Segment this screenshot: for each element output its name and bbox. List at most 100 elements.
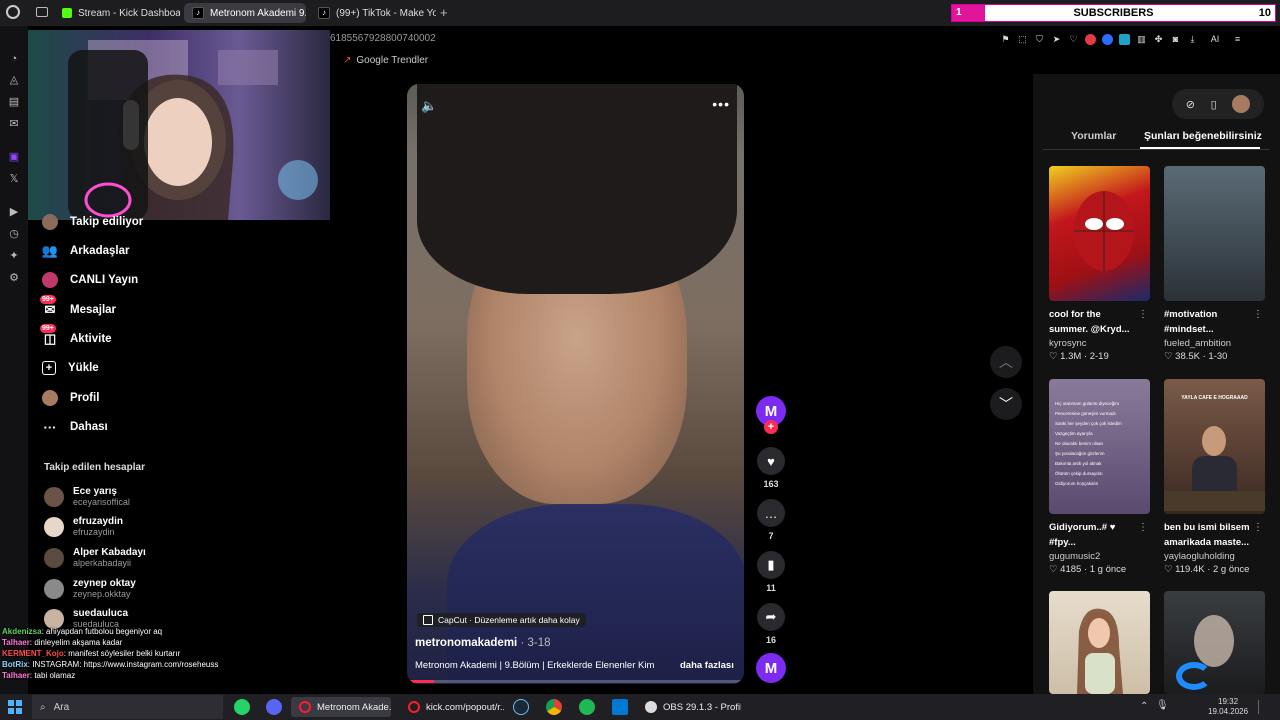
nav-activity[interactable]: ◫ 99+ Aktivite (40, 324, 112, 350)
wallet-icon[interactable]: ▤ (7, 95, 21, 109)
translate-extension-icon[interactable] (1119, 33, 1130, 45)
account-item[interactable]: Ece yarış eceyarisoffical (44, 486, 130, 507)
taskbar-app-obs[interactable]: OBS 29.1.3 - Profil: ... (637, 697, 741, 717)
comment-button[interactable]: … 7 (756, 499, 786, 541)
nav-label: Aktivite (70, 333, 112, 345)
taskbar-search-input[interactable]: ⌕ Ara (32, 695, 223, 719)
player-icon[interactable]: ▶ (7, 205, 21, 219)
tray-chevron-icon[interactable]: ⌃ (1140, 701, 1148, 712)
activity-badge: 99+ (40, 324, 56, 333)
menu-icon[interactable]: ≡ (1232, 34, 1243, 45)
twitch-icon[interactable]: ▣ (7, 150, 21, 164)
video-card[interactable]: cool for the summer. @Kryd... kyrosync ♡… (1049, 166, 1150, 362)
nav-friends[interactable]: 👥 Arkadaşlar (42, 240, 130, 262)
video-author[interactable]: metronomakademi · 3-18 (415, 637, 551, 649)
messages-badge: 99+ (40, 295, 56, 304)
bookmark-google-trends[interactable]: ↗ Google Trendler (343, 55, 428, 66)
snapshot-icon[interactable]: ⬚ (1017, 34, 1028, 45)
puzzle-icon[interactable]: ✤ (1153, 34, 1164, 45)
heart-icon[interactable]: ♡ (1068, 34, 1079, 45)
cafe-scene (1164, 426, 1265, 511)
discord-icon[interactable] (266, 699, 282, 715)
vpn-extension-icon[interactable] (1102, 33, 1113, 45)
volume-icon[interactable]: 🔈 (421, 98, 437, 114)
steam-icon[interactable] (513, 699, 529, 715)
history-icon[interactable]: ◷ (7, 227, 21, 241)
card-more-icon[interactable]: ⋮ (1253, 522, 1263, 533)
device-icon[interactable]: ▯ (1211, 98, 1217, 111)
tab-tiktok-home[interactable]: ♪ (99+) TikTok - Make Your D (310, 3, 436, 23)
tab-tiktok-video[interactable]: ♪ Metronom Akademi 9. ✕ (184, 3, 306, 23)
tab-label: (99+) TikTok - Make Your D (336, 7, 436, 19)
bookmark-label: Google Trendler (356, 55, 429, 66)
account-item[interactable]: Alper Kabadayı alperkabadayii (44, 547, 146, 568)
like-button[interactable]: ♥ 163 (756, 447, 786, 489)
capcut-tag[interactable]: CapCut · Düzenleme artık daha kolay (417, 613, 586, 627)
see-more-link[interactable]: daha fazlası (680, 660, 734, 671)
camera-icon[interactable]: ◙ (1170, 34, 1181, 45)
taskbar-app-kick-popout[interactable]: kick.com/popout/r... (400, 697, 504, 717)
aria-icon[interactable]: ◬ (7, 73, 21, 87)
card-more-icon[interactable]: ⋮ (1138, 522, 1148, 533)
nav-following[interactable]: Takip ediliyor (42, 211, 143, 233)
share-button[interactable]: ➦ 16 (756, 603, 786, 645)
spotify-icon[interactable] (579, 699, 595, 715)
whatsapp-icon[interactable] (234, 699, 250, 715)
address-bar-url[interactable]: 6185567928800740002 (330, 33, 436, 44)
video-progress-bar[interactable] (407, 680, 744, 683)
tab-you-may-like[interactable]: Şunları beğenebilirsiniz (1144, 130, 1262, 142)
nav-upload[interactable]: + Yükle (42, 357, 99, 379)
stats-icon[interactable]: ▥ (1136, 34, 1147, 45)
record-extension-icon[interactable] (1085, 33, 1096, 45)
microphone-icon[interactable]: 🎙 (1156, 700, 1169, 711)
store-icon[interactable] (612, 699, 628, 715)
tab-overview-icon[interactable] (36, 7, 48, 17)
nav-label: Mesajlar (70, 304, 117, 316)
tab-comments[interactable]: Yorumlar (1071, 130, 1116, 142)
video-card[interactable]: Hiç utanmam gülümü diyeceğim Penceresine… (1049, 379, 1150, 575)
video-player[interactable]: 🔈 ••• CapCut · Düzenleme artık daha kola… (407, 84, 744, 684)
speed-dial-icon[interactable]: ◔ (7, 52, 21, 66)
settings-gear-icon[interactable]: ⚙ (7, 271, 21, 285)
next-video-button[interactable]: ﹀ (990, 388, 1022, 420)
windows-start-icon[interactable] (8, 700, 22, 714)
taskbar-app-opera[interactable]: Metronom Akade... (291, 697, 391, 717)
previous-video-button[interactable]: ︿ (990, 346, 1022, 378)
video-thumbnail (1049, 591, 1150, 694)
chrome-icon[interactable] (546, 699, 562, 715)
tab-kick-dashboard[interactable]: Stream - Kick Dashboard (54, 3, 180, 23)
video-card[interactable]: YAYLA CAFE E HOGRAAAD ben bu ismi bilsem… (1164, 379, 1265, 575)
compass-icon[interactable]: ⊘ (1186, 98, 1195, 111)
account-item[interactable]: zeynep oktay zeynep.okktay (44, 578, 136, 599)
nav-live[interactable]: CANLI Yayın (42, 269, 138, 291)
shield-icon[interactable]: ⛉ (1034, 34, 1045, 45)
bookmark-page-icon[interactable]: ⚑ (1000, 34, 1011, 45)
account-item[interactable]: efruzaydin efruzaydin (44, 516, 123, 537)
follow-plus-icon[interactable]: + (764, 420, 778, 434)
nav-label: Takip ediliyor (70, 216, 144, 228)
video-thumbnail: YAYLA CAFE E HOGRAAAD (1164, 379, 1265, 514)
save-button[interactable]: ▮ 11 (756, 551, 786, 593)
opera-logo-icon[interactable] (6, 5, 20, 19)
user-avatar[interactable] (1232, 95, 1251, 113)
lyric-line: Gidiyorum hoşçakalın (1055, 481, 1099, 486)
more-options-icon[interactable]: ••• (712, 96, 730, 112)
card-more-icon[interactable]: ⋮ (1253, 309, 1263, 320)
lyric-line: Şu yorulacağım gözlerim (1055, 451, 1105, 456)
extensions-icon[interactable]: ✦ (7, 249, 21, 263)
trend-icon: ↗ (343, 55, 352, 66)
nav-more[interactable]: ··· Dahası (42, 416, 108, 438)
send-icon[interactable]: ➤ (1051, 34, 1062, 45)
video-card[interactable]: #motivation #mindset... fueled_ambition … (1164, 166, 1265, 362)
x-twitter-icon[interactable]: 𝕏 (7, 172, 21, 186)
nav-profile[interactable]: Profil (42, 387, 99, 409)
nav-messages[interactable]: ✉ 99+ Mesajlar (40, 295, 117, 321)
card-more-icon[interactable]: ⋮ (1138, 309, 1148, 320)
download-icon[interactable]: ⤓ (1187, 34, 1198, 45)
new-tab-icon[interactable]: + (440, 5, 448, 20)
video-card[interactable] (1049, 591, 1150, 694)
messenger-icon[interactable]: ✉ (7, 117, 21, 131)
music-disc-button[interactable]: M (756, 653, 786, 683)
taskbar-clock[interactable]: 19:32 19.04.2026 (1208, 697, 1248, 717)
ai-button[interactable]: AI (1204, 34, 1226, 45)
